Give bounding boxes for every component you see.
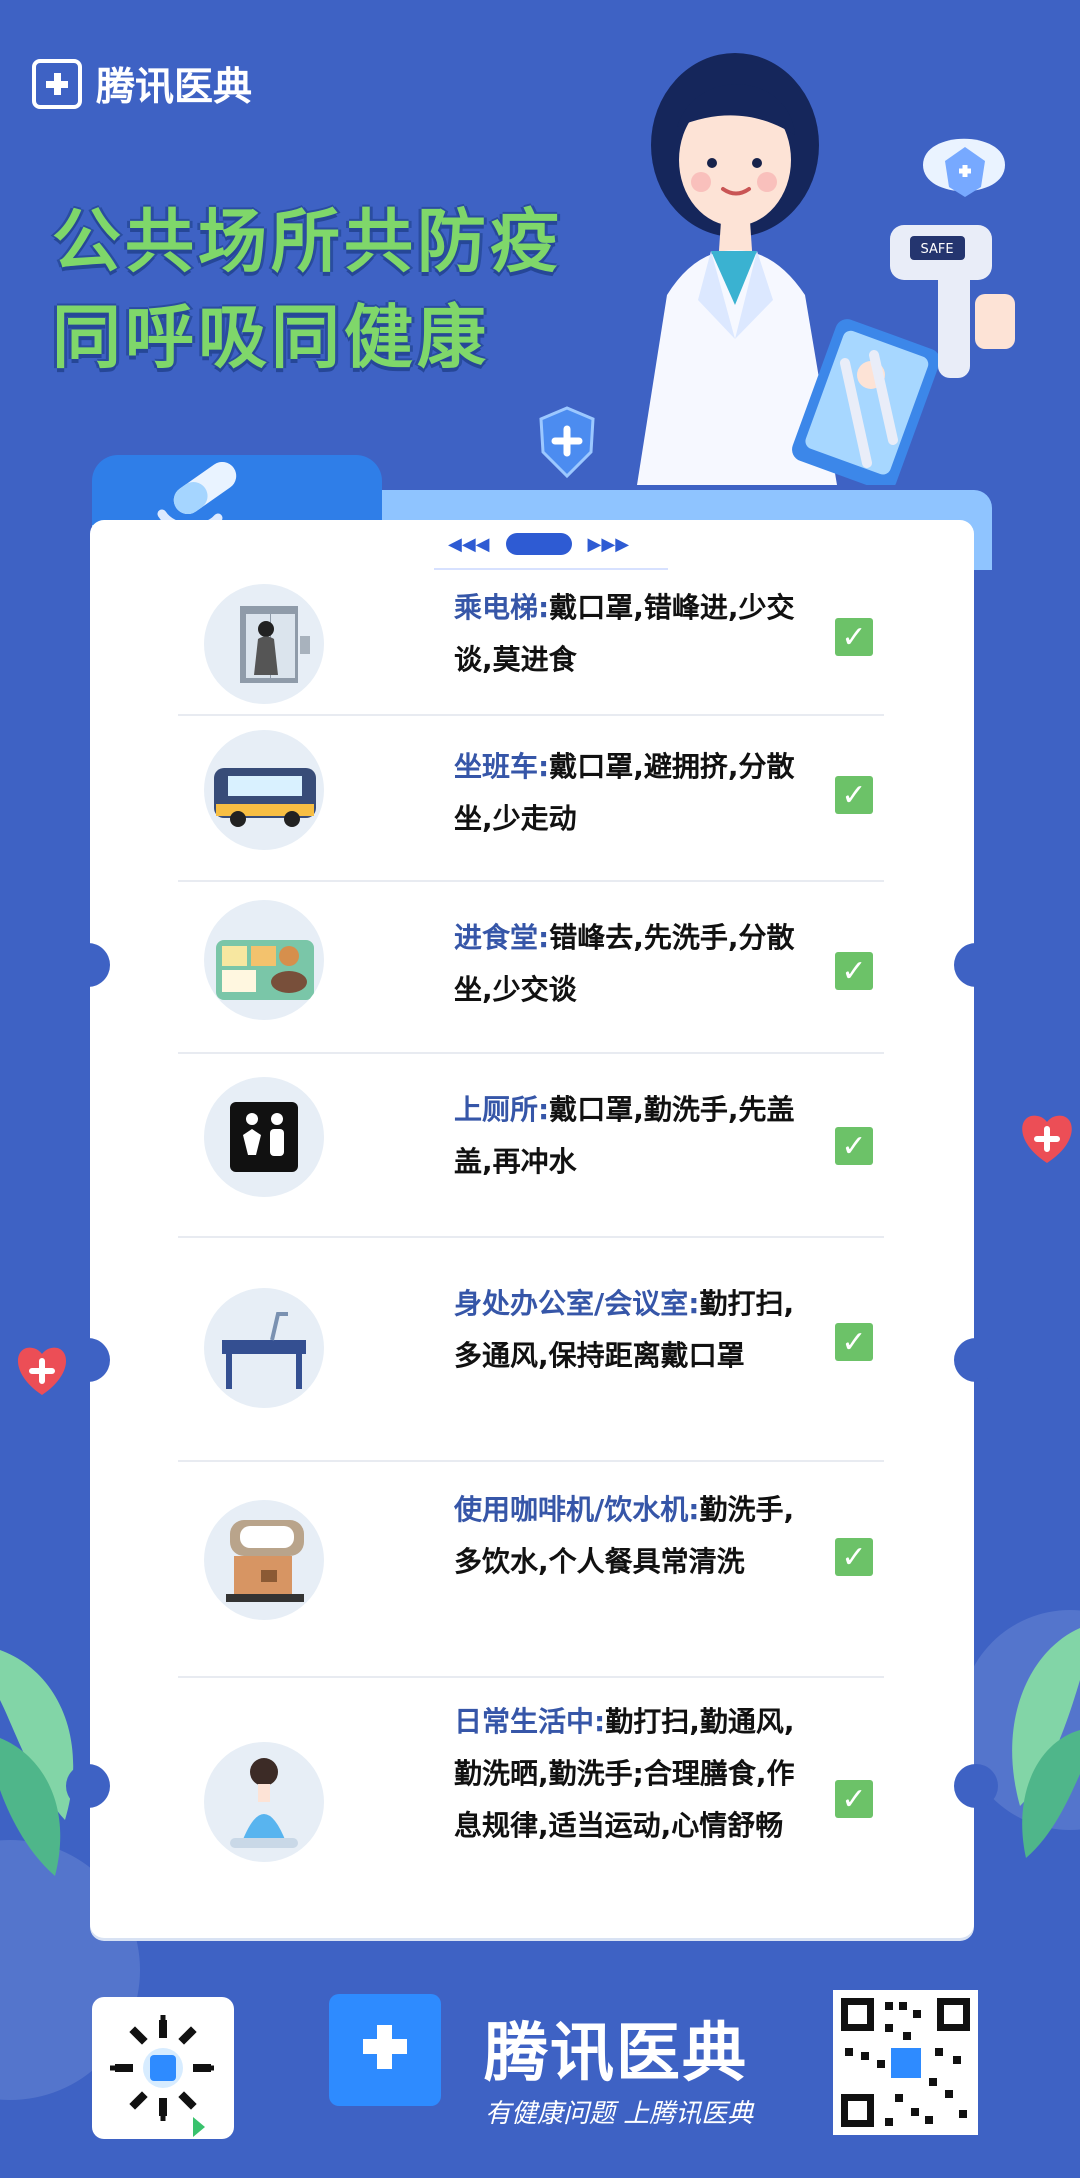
tip-text: 坐班车:戴口罩,避拥挤,分散坐,少走动 xyxy=(454,741,804,845)
tip-row-daily-life: 日常生活中:勤打扫,勤通风,勤洗晒,勤洗手;合理膳食,作息规律,适当运动,心情舒… xyxy=(180,1678,885,1938)
food-tray-icon xyxy=(204,900,324,1020)
qr-code[interactable] xyxy=(833,1990,978,2135)
tip-row-elevator: 乘电梯:戴口罩,错峰进,少交谈,莫进食 ✓ xyxy=(180,570,885,715)
tip-label: 身处办公室/会议室: xyxy=(454,1287,700,1320)
coffee-machine-icon xyxy=(204,1500,324,1620)
footer-slogan: 有健康问题 上腾讯医典 xyxy=(485,2099,754,2129)
person-washing-icon xyxy=(204,1742,324,1862)
tip-text: 乘电梯:戴口罩,错峰进,少交谈,莫进食 xyxy=(454,582,804,686)
elevator-icon xyxy=(204,584,324,704)
card-notch xyxy=(66,1338,110,1382)
checkbox-checked: ✓ xyxy=(835,1780,873,1818)
footer-brand-name: 腾讯医典 xyxy=(484,2017,748,2091)
brand-logo: 腾讯医典 xyxy=(32,56,252,112)
headline-line-1: 公共场所共防疫 xyxy=(52,202,563,282)
card-notch xyxy=(66,1764,110,1808)
heart-plus-icon xyxy=(17,1347,67,1395)
qr-code-icon xyxy=(101,2006,225,2137)
tip-text: 进食堂:错峰去,先洗手,分散坐,少交谈 xyxy=(454,912,804,1016)
leaf-decoration-right xyxy=(1012,1628,1080,1858)
heart-plus-icon xyxy=(1022,1115,1072,1163)
mini-program-code[interactable] xyxy=(92,1997,234,2139)
tip-row-coffee: 使用咖啡机/饮水机:勤洗手,多饮水,个人餐具常清洗 ✓ xyxy=(180,1462,885,1676)
card-notch xyxy=(954,943,998,987)
leaf-decoration-left xyxy=(0,1650,74,1876)
checkbox-checked: ✓ xyxy=(835,1127,873,1165)
restroom-icon xyxy=(204,1077,324,1197)
safe-badge-text: SAFE xyxy=(920,242,953,257)
footer: 腾讯医典 有健康问题 上腾讯医典 xyxy=(0,1980,1080,2178)
card-pager: ◀◀◀ ▶▶▶ xyxy=(448,533,629,555)
brand-name: 腾讯医典 xyxy=(96,65,253,110)
medical-book-icon xyxy=(32,59,82,109)
tip-label: 坐班车: xyxy=(454,750,550,783)
checkbox-checked: ✓ xyxy=(835,1538,873,1576)
headline-line-2: 同呼吸同健康 xyxy=(52,298,490,378)
pager-right-arrows: ▶▶▶ xyxy=(587,533,630,555)
tip-row-bus: 坐班车:戴口罩,避拥挤,分散坐,少走动 ✓ xyxy=(180,716,885,880)
card-notch xyxy=(954,1338,998,1382)
checkbox-checked: ✓ xyxy=(835,776,873,814)
bus-icon xyxy=(204,730,324,850)
card-notch xyxy=(66,943,110,987)
tip-label: 乘电梯: xyxy=(454,591,550,624)
footer-brand: 腾讯医典 有健康问题 上腾讯医典 xyxy=(329,1980,779,2150)
tip-text: 使用咖啡机/饮水机:勤洗手,多饮水,个人餐具常清洗 xyxy=(454,1484,804,1588)
tip-text: 日常生活中:勤打扫,勤通风,勤洗晒,勤洗手;合理膳食,作息规律,适当运动,心情舒… xyxy=(454,1696,804,1852)
pager-indicator xyxy=(505,533,572,555)
checkbox-checked: ✓ xyxy=(835,1323,873,1361)
checkbox-checked: ✓ xyxy=(835,952,873,990)
desk-icon xyxy=(204,1288,324,1408)
medical-book-icon xyxy=(329,1994,441,2106)
tip-row-restroom: 上厕所:戴口罩,勤洗手,先盖盖,再冲水 ✓ xyxy=(180,1054,885,1236)
card-notch xyxy=(954,1764,998,1808)
tip-row-office: 身处办公室/会议室:勤打扫,多通风,保持距离戴口罩 ✓ xyxy=(180,1238,885,1460)
pager-left-arrows: ◀◀◀ xyxy=(448,533,490,555)
tip-text: 身处办公室/会议室:勤打扫,多通风,保持距离戴口罩 xyxy=(454,1278,804,1382)
tip-text: 上厕所:戴口罩,勤洗手,先盖盖,再冲水 xyxy=(454,1084,804,1188)
checkbox-checked: ✓ xyxy=(835,618,873,656)
qr-code-icon xyxy=(833,1990,978,2135)
doctor-illustration: SAFE xyxy=(637,53,1015,485)
tip-label: 日常生活中: xyxy=(454,1705,606,1738)
tip-label: 进食堂: xyxy=(454,921,550,954)
tip-row-canteen: 进食堂:错峰去,先洗手,分散坐,少交谈 ✓ xyxy=(180,882,885,1052)
tip-label: 使用咖啡机/饮水机: xyxy=(454,1493,700,1526)
shield-plus-icon xyxy=(539,406,595,479)
tip-label: 上厕所: xyxy=(454,1093,550,1126)
